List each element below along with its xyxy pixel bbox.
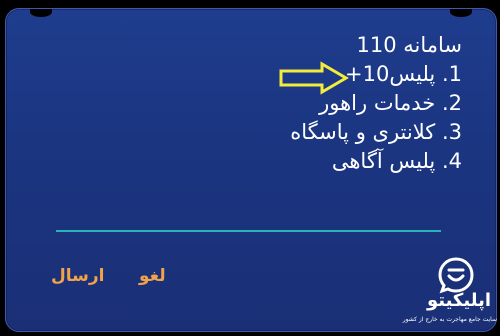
option-number: 2. (441, 91, 462, 115)
phone-screen: سامانه 110 1. پلیس10+ 2. خدمات راهور 3. … (0, 0, 500, 336)
menu-option-3: 3. کلانتری و پاسگاه (290, 118, 462, 147)
ussd-message: سامانه 110 1. پلیس10+ 2. خدمات راهور 3. … (290, 31, 462, 176)
watermark-name: اپلیکیتو (426, 290, 492, 311)
option-number: 4. (441, 149, 462, 173)
dialog-title: سامانه 110 (356, 33, 462, 57)
cancel-button[interactable]: لغو (139, 266, 166, 286)
input-underline[interactable] (56, 230, 441, 232)
option-label: کلانتری و پاسگاه (290, 120, 436, 144)
option-number: 3. (441, 120, 462, 144)
highlight-arrow-icon (279, 61, 349, 95)
chat-smile-icon (438, 257, 474, 294)
corner-notch-right (450, 9, 472, 17)
option-label: پلیس10+ (344, 62, 436, 86)
menu-option-4: 4. پلیس آگاهی (290, 147, 462, 176)
option-label: پلیس آگاهی (331, 149, 436, 173)
option-number: 1. (441, 62, 462, 86)
send-button[interactable]: ارسال (51, 266, 104, 286)
watermark-logo: اپلیکیتو سایت جامع مهاجرت به خارج از کشو… (402, 256, 497, 334)
corner-notch-left (30, 9, 52, 17)
watermark-tagline: سایت جامع مهاجرت به خارج از کشور (402, 316, 497, 323)
